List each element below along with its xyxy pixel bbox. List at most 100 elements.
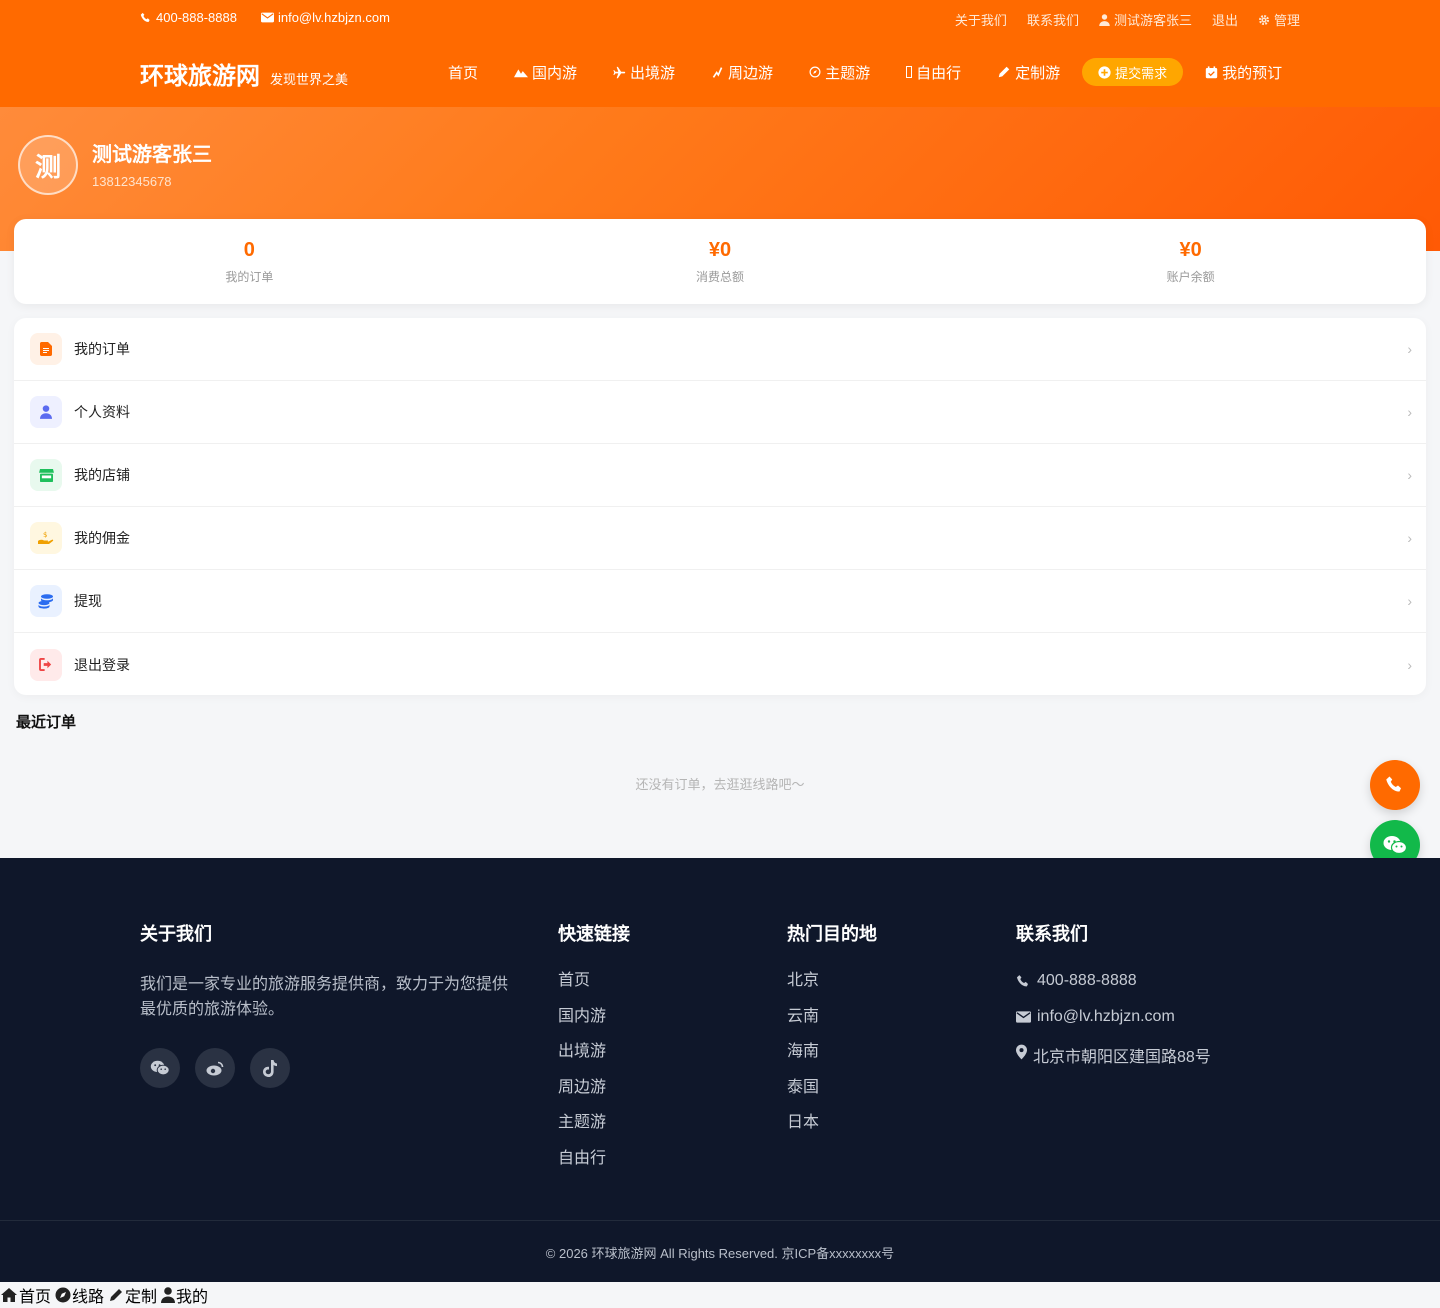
footer-link-free[interactable]: 自由行 bbox=[558, 1150, 630, 1186]
menu-item-label: 个人资料 bbox=[74, 404, 130, 420]
topbar-admin-link[interactable]: 管理 bbox=[1258, 10, 1300, 29]
avatar[interactable]: 测 bbox=[18, 135, 78, 195]
stat-orders[interactable]: 0 我的订单 bbox=[14, 219, 485, 304]
phone-icon bbox=[1016, 974, 1031, 989]
nav-nearby[interactable]: 周边游 bbox=[693, 58, 791, 86]
footer-divider bbox=[0, 1220, 1440, 1221]
wechat-icon bbox=[150, 1060, 170, 1076]
topbar-contact: 400-888-8888 info@lv.hzbjzn.com bbox=[140, 10, 390, 25]
mountain-icon bbox=[514, 66, 529, 78]
nav-free[interactable]: 自由行 bbox=[888, 58, 979, 86]
footer-about-text: 我们是一家专业的旅游服务提供商，致力于为您提供最优质的旅游体验。 bbox=[140, 976, 509, 1018]
social-links bbox=[140, 1048, 512, 1088]
tab-mine[interactable]: 我的 bbox=[161, 1283, 208, 1307]
main-nav: 首页 国内游 出境游 周边游 主题游 自由行 定制游 提交需求 我的预订 bbox=[430, 58, 1300, 86]
float-call-button[interactable] bbox=[1370, 760, 1420, 810]
footer-phone[interactable]: 400-888-8888 bbox=[1016, 972, 1211, 1008]
footer-contact-title: 联系我们 bbox=[1016, 924, 1088, 944]
menu-item-label: 退出登录 bbox=[74, 656, 130, 673]
tab-home[interactable]: 首页 bbox=[0, 1283, 51, 1307]
footer-quick-links: 快速链接 首页 国内游 出境游 周边游 主题游 自由行 bbox=[558, 920, 630, 1186]
account-menu: 我的订单 › 个人资料 › 我的店铺 › $ 我的佣金 › 提现 › 退出登录 … bbox=[14, 318, 1426, 695]
svg-text:$: $ bbox=[43, 531, 47, 539]
nav-my-bookings[interactable]: 我的预订 bbox=[1187, 58, 1300, 86]
footer-about-title: 关于我们 bbox=[140, 924, 212, 944]
stat-value: 0 bbox=[243, 239, 255, 261]
footer-destination-link[interactable]: 海南 bbox=[787, 1043, 877, 1079]
menu-item-my-store[interactable]: 我的店铺 › bbox=[14, 444, 1426, 507]
menu-item-profile[interactable]: 个人资料 › bbox=[14, 381, 1426, 444]
tree-icon bbox=[711, 66, 724, 79]
nav-domestic[interactable]: 国内游 bbox=[496, 58, 595, 86]
footer-contact: 联系我们 400-888-8888 info@lv.hzbjzn.com 北京市… bbox=[1016, 920, 1211, 1079]
menu-item-label: 我的佣金 bbox=[74, 530, 130, 546]
backpack-icon bbox=[906, 66, 913, 78]
stat-label: 我的订单 bbox=[225, 270, 274, 284]
stats-card: 0 我的订单 ¥0 消费总额 ¥0 账户余额 bbox=[14, 219, 1426, 304]
map-marker-icon bbox=[1016, 1044, 1027, 1060]
file-invoice-icon bbox=[30, 333, 62, 365]
tab-routes[interactable]: 线路 bbox=[55, 1283, 104, 1307]
footer-link-theme[interactable]: 主题游 bbox=[558, 1114, 630, 1150]
topbar-email[interactable]: info@lv.hzbjzn.com bbox=[260, 10, 390, 25]
submit-request-button[interactable]: 提交需求 bbox=[1082, 58, 1184, 86]
user-phone: 13812345678 bbox=[92, 174, 172, 189]
topbar-user-link[interactable]: 测试游客张三 bbox=[1099, 10, 1192, 29]
user-icon bbox=[161, 1287, 176, 1303]
footer-email[interactable]: info@lv.hzbjzn.com bbox=[1016, 1008, 1211, 1044]
footer-hot-destinations: 热门目的地 北京 云南 海南 泰国 日本 bbox=[787, 920, 877, 1150]
footer-address: 北京市朝阳区建国路88号 bbox=[1016, 1043, 1211, 1079]
topbar-logout-link[interactable]: 退出 bbox=[1212, 10, 1238, 29]
tab-custom[interactable]: 定制 bbox=[108, 1283, 157, 1307]
chevron-right-icon: › bbox=[1407, 656, 1412, 673]
chevron-right-icon: › bbox=[1407, 341, 1412, 357]
footer-link-domestic[interactable]: 国内游 bbox=[558, 1008, 630, 1044]
nav-home[interactable]: 首页 bbox=[430, 58, 496, 86]
menu-item-withdraw[interactable]: 提现 › bbox=[14, 570, 1426, 633]
topbar-contact-link[interactable]: 联系我们 bbox=[1027, 10, 1079, 29]
footer-link-home[interactable]: 首页 bbox=[558, 972, 630, 1008]
footer-destination-link[interactable]: 北京 bbox=[787, 972, 877, 1008]
wechat-social-button[interactable] bbox=[140, 1048, 180, 1088]
menu-item-label: 提现 bbox=[74, 593, 102, 609]
user-icon bbox=[30, 396, 62, 428]
nav-outbound[interactable]: 出境游 bbox=[595, 58, 693, 86]
weibo-social-button[interactable] bbox=[195, 1048, 235, 1088]
brand[interactable]: 环球旅游网 发现世界之美 bbox=[140, 56, 348, 91]
site-logo-text: 环球旅游网 bbox=[140, 63, 260, 90]
pencil-icon bbox=[997, 65, 1011, 79]
menu-item-commission[interactable]: $ 我的佣金 › bbox=[14, 507, 1426, 570]
footer-link-nearby[interactable]: 周边游 bbox=[558, 1079, 630, 1115]
topbar-links: 关于我们 联系我们 测试游客张三 退出 管理 bbox=[955, 10, 1300, 29]
stat-total-spent[interactable]: ¥0 消费总额 bbox=[485, 219, 956, 304]
tiktok-social-button[interactable] bbox=[250, 1048, 290, 1088]
home-icon bbox=[0, 1287, 18, 1303]
stat-balance[interactable]: ¥0 账户余额 bbox=[955, 219, 1426, 304]
stat-value: ¥0 bbox=[1179, 239, 1202, 261]
phone-icon bbox=[1385, 775, 1405, 795]
site-footer: 关于我们 我们是一家专业的旅游服务提供商，致力于为您提供最优质的旅游体验。 快速… bbox=[0, 858, 1440, 1282]
topbar-phone[interactable]: 400-888-8888 bbox=[140, 10, 237, 25]
chevron-right-icon: › bbox=[1407, 404, 1412, 420]
envelope-icon bbox=[260, 12, 274, 23]
chevron-right-icon: › bbox=[1407, 467, 1412, 483]
chevron-right-icon: › bbox=[1407, 593, 1412, 609]
footer-destination-link[interactable]: 云南 bbox=[787, 1008, 877, 1044]
weibo-icon bbox=[206, 1061, 224, 1076]
nav-custom[interactable]: 定制游 bbox=[979, 58, 1078, 86]
footer-destination-link[interactable]: 泰国 bbox=[787, 1079, 877, 1115]
topbar-about-link[interactable]: 关于我们 bbox=[955, 10, 1007, 29]
site-slogan: 发现世界之美 bbox=[270, 72, 349, 87]
store-icon bbox=[30, 459, 62, 491]
nav-theme[interactable]: 主题游 bbox=[791, 58, 888, 86]
chevron-right-icon: › bbox=[1407, 530, 1412, 546]
menu-item-logout[interactable]: 退出登录 › bbox=[14, 633, 1426, 695]
menu-item-my-orders[interactable]: 我的订单 › bbox=[14, 318, 1426, 381]
plane-icon bbox=[613, 66, 626, 79]
footer-hot-title: 热门目的地 bbox=[787, 924, 877, 944]
footer-about: 关于我们 我们是一家专业的旅游服务提供商，致力于为您提供最优质的旅游体验。 bbox=[140, 920, 512, 1088]
footer-link-outbound[interactable]: 出境游 bbox=[558, 1043, 630, 1079]
hand-coin-icon: $ bbox=[30, 522, 62, 554]
user-name: 测试游客张三 bbox=[92, 144, 212, 166]
footer-destination-link[interactable]: 日本 bbox=[787, 1114, 877, 1150]
